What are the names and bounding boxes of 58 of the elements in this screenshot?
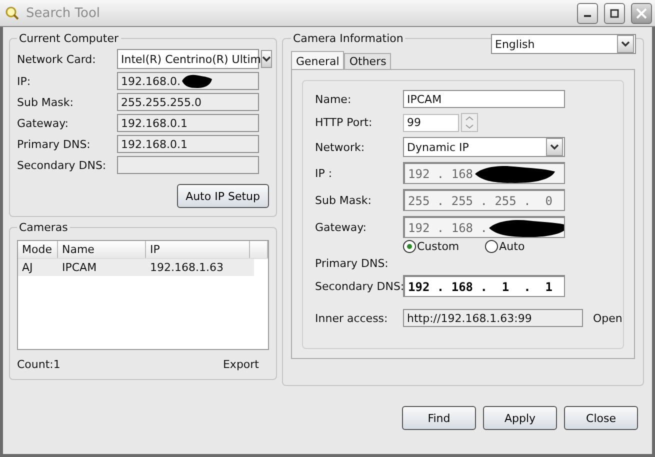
maximize-icon	[610, 8, 619, 18]
chevron-down-icon	[262, 56, 272, 62]
field-label: Primary DNS:	[17, 138, 92, 150]
text-field[interactable]: 192.168.0.1	[117, 135, 259, 153]
field-label: IP:	[17, 74, 32, 88]
column-header[interactable]: IP	[146, 241, 250, 258]
close-icon	[636, 8, 647, 18]
tab[interactable]: General	[291, 51, 344, 69]
dialog-button[interactable]: Apply	[483, 406, 557, 430]
language-dropdown[interactable]: English	[491, 34, 636, 54]
group-title: Camera Information	[292, 32, 404, 45]
chevron-down-icon	[550, 144, 559, 150]
auto-ip-setup-button[interactable]: Auto IP Setup	[176, 184, 269, 208]
field-label: Secondary DNS:	[17, 158, 108, 172]
url-field[interactable]: http://192.168.1.63:99	[403, 309, 583, 327]
magnifier-icon	[4, 5, 20, 21]
column-header[interactable]: Mode	[18, 241, 58, 258]
camera-row[interactable]: AJ IPCAM 192.168.1.63	[18, 259, 254, 276]
text-field[interactable]: 255.255.255.0	[117, 93, 259, 111]
radio-option[interactable]: Auto	[485, 240, 525, 253]
dialog-button[interactable]: Close	[564, 406, 638, 430]
column-header[interactable]: Name	[58, 241, 146, 258]
text-field[interactable]: IPCAM	[403, 90, 565, 108]
window-title: Search Tool	[26, 6, 102, 20]
close-button[interactable]	[631, 2, 652, 24]
field-label: Sub Mask:	[17, 96, 74, 108]
radio-option[interactable]: Custom	[403, 240, 460, 253]
field-label: IP :	[315, 166, 334, 180]
field-label: Inner access:	[315, 312, 389, 324]
field-label: Gateway:	[17, 116, 70, 130]
export-link[interactable]: Export	[222, 358, 259, 371]
dropdown-button[interactable]	[261, 50, 272, 68]
field-label: Sub Mask:	[315, 194, 372, 206]
dialog-button[interactable]: Find	[402, 406, 476, 430]
network-dropdown[interactable]: Dynamic IP	[403, 137, 565, 157]
field-label: HTTP Port:	[315, 116, 374, 129]
field-label: Gateway:	[315, 220, 368, 234]
dropdown-button[interactable]	[617, 35, 634, 53]
field-label: Primary DNS:	[315, 257, 390, 270]
ip-field[interactable]: 192 . 168 . 1 . 1	[403, 275, 565, 297]
open-link[interactable]: Open	[593, 312, 622, 324]
tab[interactable]: Others	[344, 53, 392, 69]
text-field[interactable]	[117, 156, 259, 174]
minimize-button[interactable]	[577, 2, 598, 24]
group-title: Cameras	[18, 221, 69, 234]
field-label: Name:	[315, 92, 352, 106]
chevron-down-icon	[621, 41, 630, 47]
minimize-icon	[584, 15, 591, 17]
text-field[interactable]: 192.168.0.1	[117, 114, 259, 132]
dropdown-button[interactable]	[546, 138, 563, 156]
maximize-button[interactable]	[604, 2, 625, 24]
group-title: Current Computer	[18, 32, 120, 45]
field-label: Network:	[315, 140, 366, 154]
count-label: Count:1	[17, 358, 60, 371]
port-field[interactable]: 99	[403, 114, 459, 132]
field-label: Network Card:	[17, 52, 97, 66]
field-label: Secondary DNS:	[315, 280, 403, 292]
text-field[interactable]: 192.168.0.	[117, 72, 259, 90]
